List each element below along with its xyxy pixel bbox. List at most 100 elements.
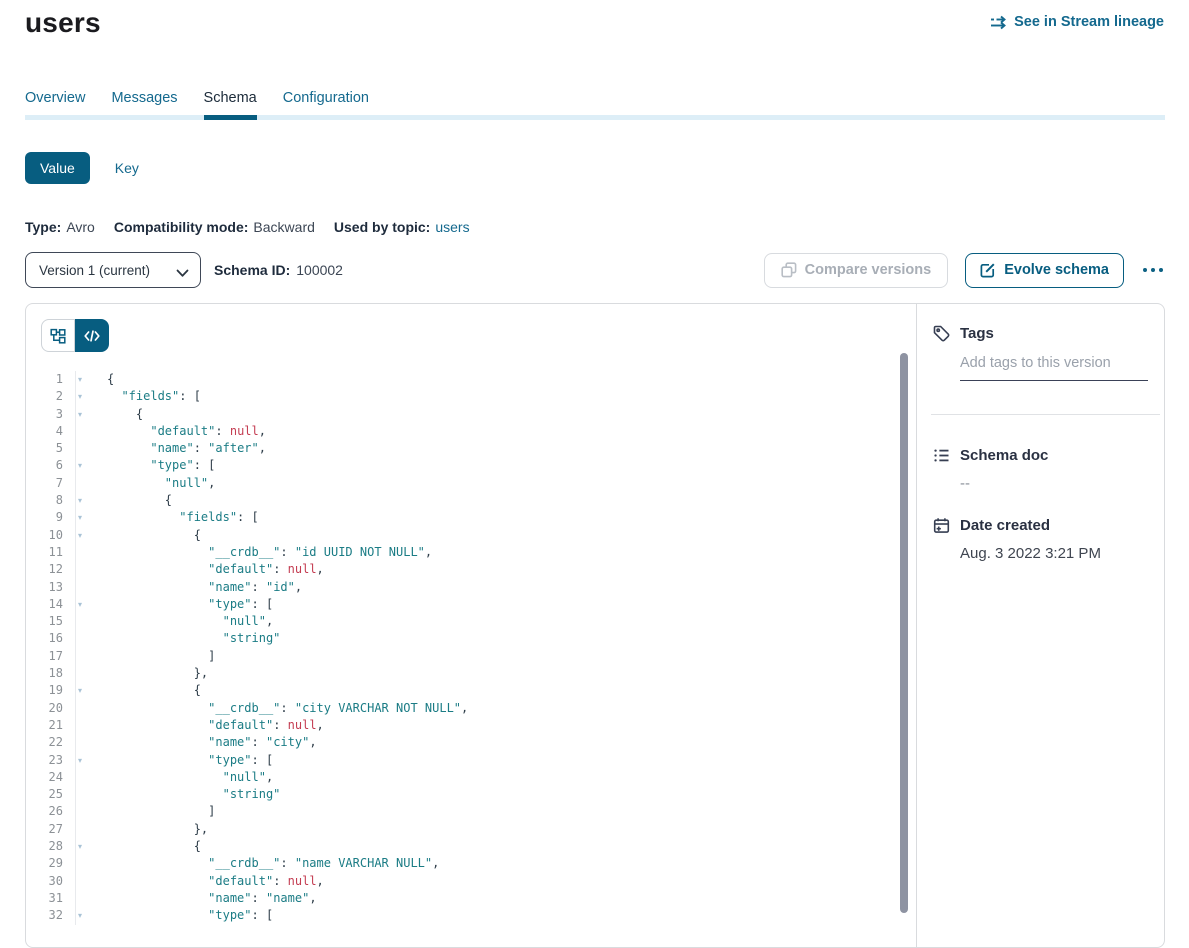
code-view-icon xyxy=(84,329,100,343)
line-number: 11 xyxy=(49,545,63,559)
more-options-button[interactable] xyxy=(1141,262,1165,278)
fold-toggle-icon[interactable]: ▾ xyxy=(73,528,87,543)
tags-input[interactable] xyxy=(960,355,1148,381)
code-line-text[interactable]: "default": null, xyxy=(76,873,324,890)
code-line: 27 }, xyxy=(26,821,916,838)
schema-card: 1▾{2▾ "fields": [3▾ {4 "default": null,5… xyxy=(25,303,1165,948)
schema-id-label: Schema ID: xyxy=(214,262,290,278)
line-number: 9 xyxy=(56,510,63,524)
value-schema-button[interactable]: Value xyxy=(25,152,90,184)
date-created-section-header: Date created xyxy=(933,517,1148,534)
copy-versions-icon xyxy=(781,262,797,278)
evolve-schema-button[interactable]: Evolve schema xyxy=(965,253,1124,288)
schema-doc-title: Schema doc xyxy=(960,447,1048,464)
tag-icon xyxy=(933,325,950,342)
code-line-text[interactable]: "name": "name", xyxy=(76,890,317,907)
code-line-text[interactable]: "default": null, xyxy=(76,717,324,734)
code-line-text[interactable]: "name": "after", xyxy=(76,440,266,457)
code-line-text[interactable]: { xyxy=(76,492,172,509)
code-line-text[interactable]: "__crdb__": "name VARCHAR NULL", xyxy=(76,855,439,872)
code-line: 9 ▾ "fields": [ xyxy=(26,509,916,526)
code-line: 7 "null", xyxy=(26,475,916,492)
code-line-text[interactable]: "__crdb__": "id UUID NOT NULL", xyxy=(76,544,432,561)
code-line-text[interactable]: "string" xyxy=(76,786,280,803)
code-line: 30 "default": null, xyxy=(26,873,916,890)
key-schema-button[interactable]: Key xyxy=(115,160,139,176)
code-line: 19 ▾ { xyxy=(26,682,916,699)
stream-lineage-icon xyxy=(990,15,1007,30)
compare-versions-button[interactable]: Compare versions xyxy=(764,253,949,288)
code-line-text[interactable]: "default": null, xyxy=(76,423,266,440)
code-line-text[interactable]: ] xyxy=(76,803,215,820)
line-number: 19 xyxy=(49,683,63,697)
line-number: 29 xyxy=(49,856,63,870)
code-line-text[interactable]: "type": [ xyxy=(76,457,215,474)
version-select[interactable]: Version 1 (current) xyxy=(25,252,201,288)
value-key-toggle: Value Key xyxy=(25,152,139,184)
type-value: Avro xyxy=(66,219,95,235)
fold-toggle-icon[interactable]: ▾ xyxy=(73,753,87,768)
fold-toggle-icon[interactable]: ▾ xyxy=(73,683,87,698)
code-line: 20 "__crdb__": "city VARCHAR NOT NULL", xyxy=(26,700,916,717)
code-line-text[interactable]: "type": [ xyxy=(76,752,273,769)
tab-messages[interactable]: Messages xyxy=(111,90,177,110)
schema-sidebar: Tags Schema doc -- xyxy=(916,304,1164,947)
stream-lineage-link[interactable]: See in Stream lineage xyxy=(990,14,1164,30)
fold-toggle-icon[interactable]: ▾ xyxy=(73,458,87,473)
line-number: 25 xyxy=(49,787,63,801)
line-number: 28 xyxy=(49,839,63,853)
used-by-topic-label: Used by topic: xyxy=(334,219,430,235)
schema-meta: Type: Avro Compatibility mode: Backward … xyxy=(25,219,470,235)
code-line: 18 }, xyxy=(26,665,916,682)
code-line: 3▾ { xyxy=(26,406,916,423)
code-line-text[interactable]: { xyxy=(76,527,201,544)
code-line-text[interactable]: }, xyxy=(76,821,208,838)
fold-toggle-icon[interactable]: ▾ xyxy=(73,597,87,612)
used-by-topic-link[interactable]: users xyxy=(435,219,469,235)
code-line: 14 ▾ "type": [ xyxy=(26,596,916,613)
fold-toggle-icon[interactable]: ▾ xyxy=(73,510,87,525)
code-line-text[interactable]: "__crdb__": "city VARCHAR NOT NULL", xyxy=(76,700,468,717)
tab-schema[interactable]: Schema xyxy=(204,90,257,110)
schema-doc-section-header: Schema doc xyxy=(933,447,1148,464)
code-line-text[interactable]: { xyxy=(76,838,201,855)
code-line-text[interactable]: "fields": [ xyxy=(76,509,259,526)
code-line-text[interactable]: "name": "city", xyxy=(76,734,317,751)
line-number: 16 xyxy=(49,631,63,645)
fold-toggle-icon[interactable]: ▾ xyxy=(73,372,87,387)
code-line-text[interactable]: "name": "id", xyxy=(76,579,302,596)
fold-toggle-icon[interactable]: ▾ xyxy=(73,389,87,404)
line-number: 8 xyxy=(56,493,63,507)
code-lines: 1▾{2▾ "fields": [3▾ {4 "default": null,5… xyxy=(26,371,916,925)
code-line: 2▾ "fields": [ xyxy=(26,388,916,405)
code-line-text[interactable]: "string" xyxy=(76,630,280,647)
code-line-text[interactable]: ] xyxy=(76,648,215,665)
tab-configuration[interactable]: Configuration xyxy=(283,90,369,110)
code-line: 13 "name": "id", xyxy=(26,579,916,596)
type-label: Type: xyxy=(25,219,61,235)
code-line-text[interactable]: "default": null, xyxy=(76,561,324,578)
line-number: 12 xyxy=(49,562,63,576)
line-number: 31 xyxy=(49,891,63,905)
code-line-text[interactable]: "type": [ xyxy=(76,596,273,613)
fold-toggle-icon[interactable]: ▾ xyxy=(73,493,87,508)
code-line-text[interactable]: { xyxy=(76,682,201,699)
tab-overview[interactable]: Overview xyxy=(25,90,85,110)
code-line-text[interactable]: "null", xyxy=(76,613,273,630)
code-line-text[interactable]: }, xyxy=(76,665,208,682)
fold-toggle-icon[interactable]: ▾ xyxy=(73,839,87,854)
code-view-button[interactable] xyxy=(75,319,109,352)
editor-scrollbar[interactable] xyxy=(900,353,908,913)
code-line-text[interactable]: "fields": [ xyxy=(76,388,201,405)
tags-section-header: Tags xyxy=(933,325,1148,342)
schema-doc-value: -- xyxy=(960,475,1148,492)
line-number: 14 xyxy=(49,597,63,611)
line-number: 4 xyxy=(56,424,63,438)
code-line-text[interactable]: "null", xyxy=(76,769,273,786)
line-number: 23 xyxy=(49,753,63,767)
code-line-text[interactable]: "null", xyxy=(76,475,215,492)
tree-view-button[interactable] xyxy=(41,319,75,352)
line-number: 18 xyxy=(49,666,63,680)
line-number: 13 xyxy=(49,580,63,594)
fold-toggle-icon[interactable]: ▾ xyxy=(73,407,87,422)
